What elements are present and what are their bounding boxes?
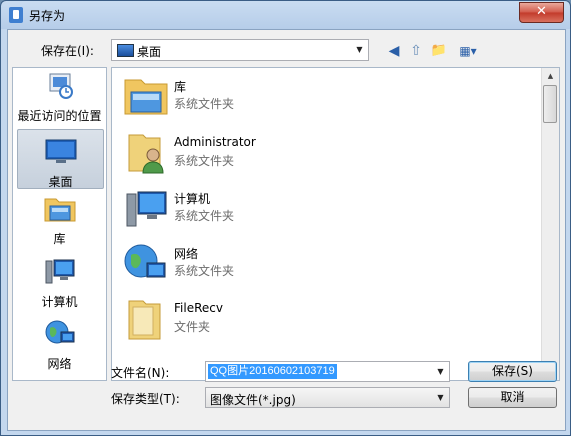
file-name: 计算机 [174, 192, 211, 206]
view-menu-icon[interactable]: ▦▾ [454, 42, 482, 60]
place-label: 桌面 [48, 175, 73, 189]
chevron-down-icon[interactable]: ▼ [432, 388, 449, 407]
save-as-dialog: 另存为 ✕ 保存在(I): 桌面 ▼ ◀ ⇧ 📁 ▦▾ 最近访问的位置 桌面 库… [0, 0, 571, 436]
save-in-label: 保存在(I): [41, 44, 94, 58]
place-recent[interactable]: 最近访问的位置 [17, 72, 102, 124]
list-item[interactable]: Administrator 系统文件夹 [117, 128, 537, 180]
dialog-body: 保存在(I): 桌面 ▼ ◀ ⇧ 📁 ▦▾ 最近访问的位置 桌面 库 计算机 网… [7, 29, 566, 431]
desktop-small-icon [117, 44, 134, 57]
chevron-down-icon[interactable]: ▼ [351, 40, 368, 60]
back-icon[interactable]: ◀ [386, 42, 402, 60]
place-desktop[interactable]: 桌面 [17, 129, 104, 189]
place-label: 网络 [47, 357, 72, 371]
cancel-button[interactable]: 取消 [468, 387, 557, 408]
places-bar: 最近访问的位置 桌面 库 计算机 网络 [12, 67, 107, 381]
list-item[interactable]: FileRecv 文件夹 [117, 294, 537, 346]
up-folder-icon[interactable]: ⇧ [408, 42, 424, 60]
library-icon [124, 79, 168, 115]
user-folder-icon [128, 134, 164, 174]
filetype-select[interactable]: 图像文件(*.jpg) ▼ [205, 387, 450, 408]
vertical-scrollbar[interactable]: ▲ ▼ [541, 68, 559, 380]
file-name: 网络 [174, 247, 199, 261]
place-label: 计算机 [41, 295, 78, 309]
file-name: 库 [174, 80, 187, 94]
filetype-value: 图像文件(*.jpg) [210, 393, 296, 407]
library-icon [44, 198, 75, 222]
save-in-combo[interactable]: 桌面 ▼ [111, 39, 369, 61]
place-network[interactable]: 网络 [17, 318, 102, 371]
new-folder-icon[interactable]: 📁 [430, 42, 448, 60]
file-type: 文件夹 [174, 320, 211, 334]
network-icon [124, 244, 166, 278]
file-type: 系统文件夹 [174, 97, 235, 111]
scroll-thumb[interactable] [543, 85, 557, 123]
computer-icon [45, 259, 74, 284]
save-in-location: 桌面 [137, 45, 162, 59]
save-button[interactable]: 保存(S) [468, 361, 557, 382]
window-title: 另存为 [29, 9, 66, 23]
place-label: 最近访问的位置 [17, 109, 102, 123]
list-item[interactable]: 计算机 系统文件夹 [117, 183, 537, 235]
close-button[interactable]: ✕ [519, 2, 564, 23]
title-bar[interactable]: 另存为 ✕ [1, 1, 570, 29]
file-name: Administrator [174, 135, 256, 149]
computer-icon [126, 191, 167, 227]
save-dialog-icon [9, 7, 23, 23]
filetype-label: 保存类型(T): [111, 392, 180, 406]
filename-value[interactable]: QQ图片20160602103719 [208, 364, 337, 379]
recent-places-icon [49, 73, 73, 99]
place-computer[interactable]: 计算机 [17, 256, 102, 309]
file-type: 系统文件夹 [174, 264, 235, 278]
file-name: FileRecv [174, 301, 223, 315]
chevron-down-icon[interactable]: ▼ [432, 362, 449, 381]
file-type: 系统文件夹 [174, 154, 235, 168]
file-type: 系统文件夹 [174, 209, 235, 223]
folder-icon [128, 300, 161, 340]
list-item[interactable]: 库 系统文件夹 [117, 71, 537, 123]
place-label: 库 [53, 232, 66, 246]
file-list[interactable]: 库 系统文件夹 Administrator 系统文件夹 计算机 系统文件夹 网络… [111, 67, 560, 381]
network-icon [45, 320, 74, 344]
list-item[interactable]: 网络 系统文件夹 [117, 238, 537, 290]
filename-label: 文件名(N): [111, 366, 170, 380]
scroll-up-icon[interactable]: ▲ [542, 68, 559, 84]
desktop-icon [45, 139, 76, 163]
filename-input[interactable]: QQ图片20160602103719 ▼ [205, 361, 450, 382]
place-library[interactable]: 库 [17, 193, 102, 246]
